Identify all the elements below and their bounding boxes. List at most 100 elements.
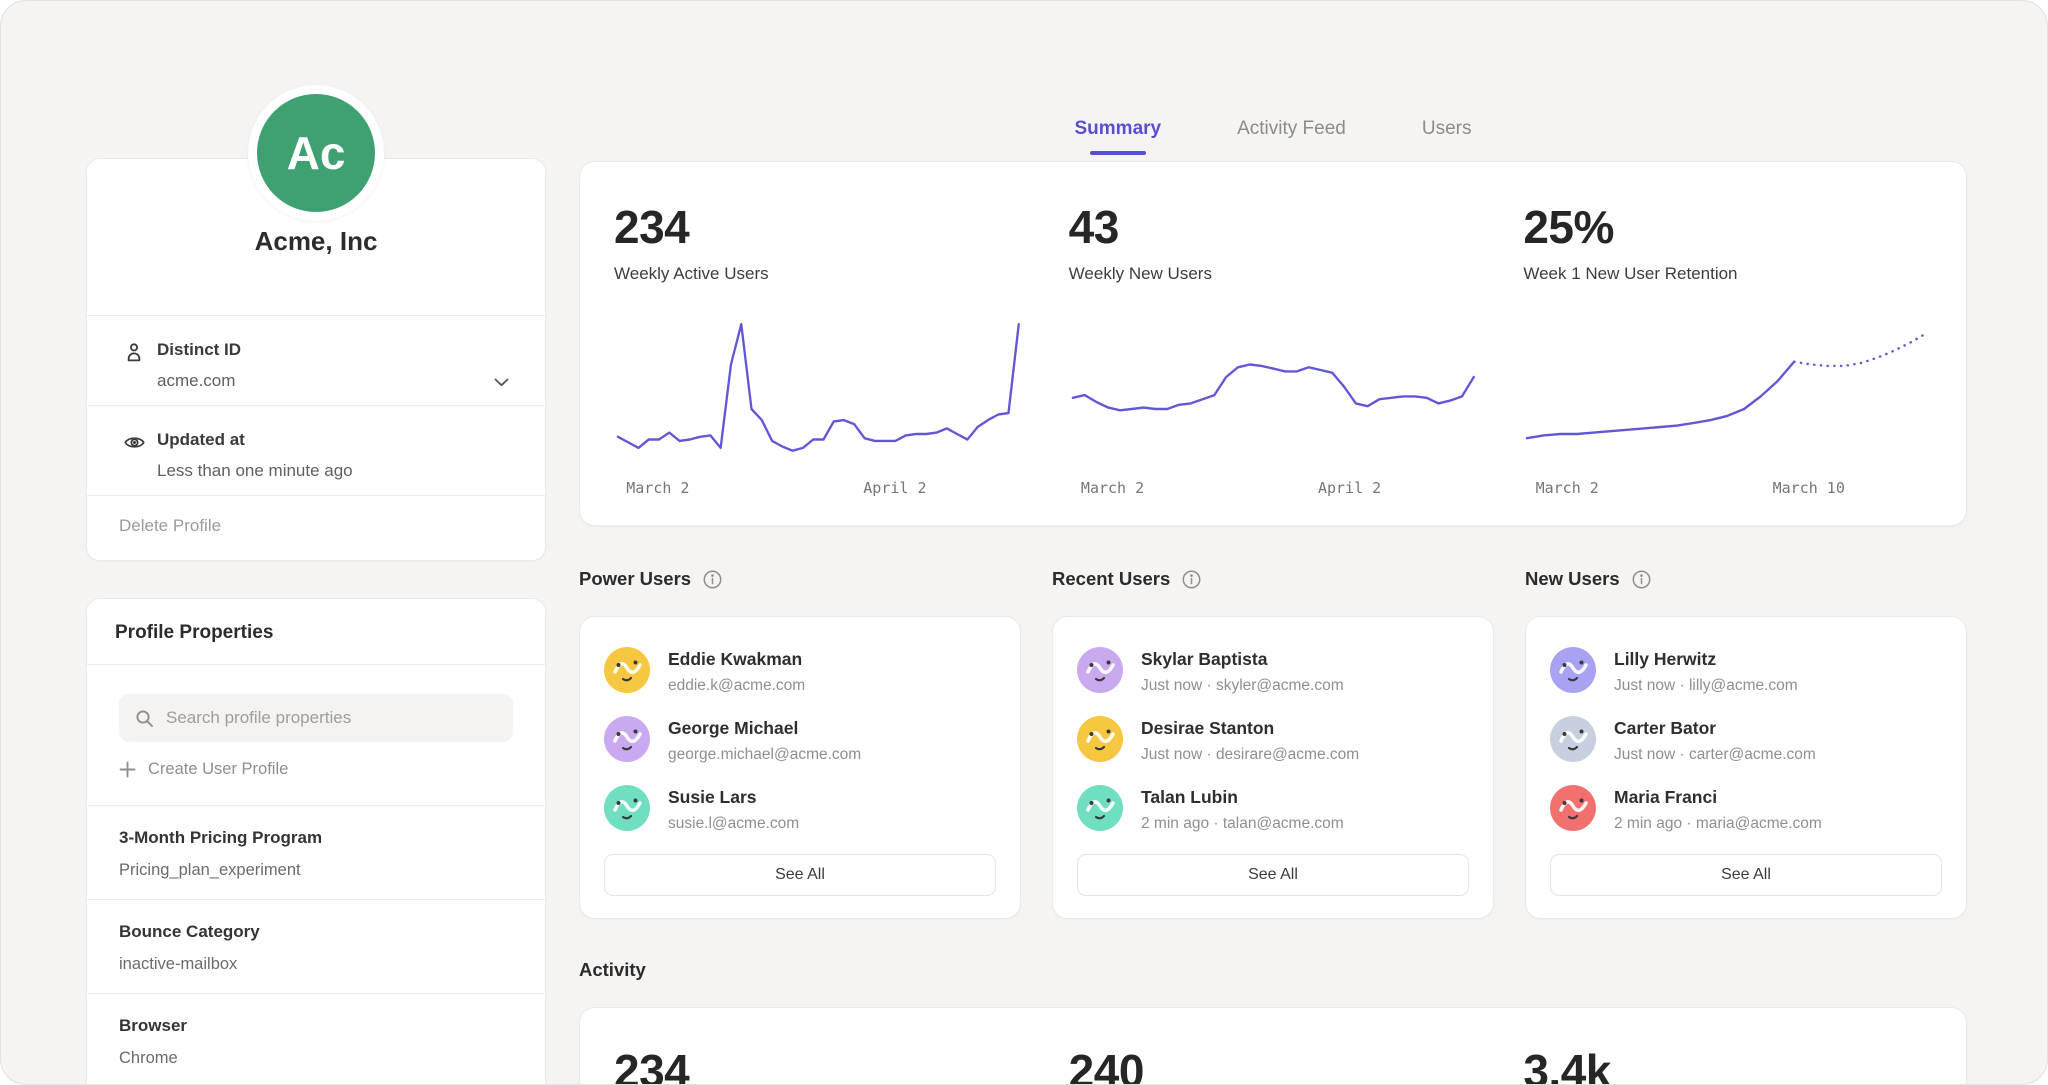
x-tick: April 2	[863, 479, 926, 497]
section-title: New Users	[1525, 568, 1620, 590]
user-meta: 2 min ago · maria@acme.com	[1614, 814, 1822, 833]
property-row-3-month-pricing-program[interactable]: 3-Month Pricing ProgramPricing_plan_expe…	[87, 805, 545, 899]
activity-stat-block: 3.4k	[1523, 1048, 1932, 1085]
tab-label: Summary	[1075, 118, 1162, 139]
search-icon	[135, 709, 154, 728]
user-name: Talan Lubin	[1141, 785, 1344, 808]
active-tab-underline	[1090, 151, 1146, 155]
user-list-card: Skylar Baptista Just now · skyler@acme.co…	[1052, 616, 1494, 919]
section-recent-users: Recent Users Skylar Baptista Just now · sk…	[1052, 566, 1494, 919]
metric-block-weekly-new-users: 43 Weekly New Users March 2 April 2	[1069, 204, 1478, 501]
list-item-talan-lubin[interactable]: Talan Lubin2 min ago · talan@acme.com	[1077, 785, 1469, 833]
tab-bar: Summary Activity Feed Users	[579, 1, 1967, 161]
user-name: Skylar Baptista	[1141, 647, 1344, 670]
chevron-down-icon[interactable]	[494, 374, 509, 392]
list-item-eddie-kwakman[interactable]: Eddie Kwakmaneddie.k@acme.com	[604, 647, 996, 695]
tab-label: Activity Feed	[1237, 118, 1346, 139]
user-name: Lilly Herwitz	[1614, 647, 1798, 670]
profile-field-updated-at[interactable]: Updated atLess than one minute ago	[87, 405, 545, 495]
info-icon[interactable]	[702, 569, 723, 590]
activity-stat-block: 240	[1069, 1048, 1478, 1085]
sparkline-chart	[1523, 312, 1932, 467]
activity-stat-block: 234	[614, 1048, 1023, 1085]
x-axis: March 2 April 2	[614, 479, 1023, 501]
user-avatar	[1077, 716, 1123, 762]
metric-value: 25%	[1523, 204, 1932, 250]
metric-label: Weekly New Users	[1069, 263, 1478, 284]
tab-label: Users	[1422, 118, 1472, 139]
section-title: Recent Users	[1052, 568, 1170, 590]
user-list-card: Lilly Herwitz Just now · lilly@acme.com Ca…	[1525, 616, 1967, 919]
main-content: Summary Activity Feed Users 234 Weekly Acti…	[579, 1, 1967, 1084]
info-icon[interactable]	[1631, 569, 1652, 590]
x-tick: March 2	[626, 479, 689, 497]
field-value: acme.com	[157, 371, 241, 391]
activity-title: Activity	[579, 959, 1967, 981]
section-power-users: Power Users Eddie Kwakmaneddie.k@acme.com…	[579, 566, 1021, 919]
section-header: Power Users	[579, 566, 1021, 592]
field-label: Updated at	[157, 430, 353, 450]
metric-label: Week 1 New User Retention	[1523, 263, 1932, 284]
tab-summary[interactable]: Summary	[1075, 119, 1162, 161]
user-name: Desirae Stanton	[1141, 716, 1359, 739]
metric-block-week-1-new-user-retention: 25%Week 1 New User RetentionMarch 2March…	[1523, 204, 1932, 501]
see-all-button[interactable]: See All	[1077, 854, 1469, 896]
profile-field-distinct-id[interactable]: Distinct IDacme.com	[87, 315, 545, 405]
list-item-maria-franci[interactable]: Maria Franci 2 min ago · maria@acme.com	[1550, 785, 1942, 833]
list-item-carter-bator[interactable]: Carter Bator Just now · carter@acme.com	[1550, 716, 1942, 764]
list-item-susie-lars[interactable]: Susie Larssusie.l@acme.com	[604, 785, 996, 833]
user-meta: Just now · lilly@acme.com	[1614, 676, 1798, 695]
user-meta: Just now · desirare@acme.com	[1141, 745, 1359, 764]
property-value: Chrome	[119, 1048, 513, 1068]
search-profile-properties-box[interactable]	[119, 694, 513, 742]
metric-value: 234	[614, 204, 1023, 250]
user-meta: Just now · skyler@acme.com	[1141, 676, 1344, 695]
create-user-profile-button[interactable]: Create User Profile	[119, 760, 513, 779]
user-meta: george.michael@acme.com	[668, 745, 861, 764]
metric-label: Weekly Active Users	[614, 263, 1023, 284]
list-item-lilly-herwitz[interactable]: Lilly Herwitz Just now · lilly@acme.com	[1550, 647, 1942, 695]
property-name: 3-Month Pricing Program	[119, 828, 513, 848]
user-list-card: Eddie Kwakmaneddie.k@acme.com George Mich…	[579, 616, 1021, 919]
create-user-profile-label: Create User Profile	[148, 760, 288, 779]
info-icon[interactable]	[1181, 569, 1202, 590]
property-value: inactive-mailbox	[119, 954, 513, 974]
person-icon	[123, 340, 157, 368]
x-tick: April 2	[1318, 479, 1381, 497]
x-tick: March 10	[1773, 479, 1845, 497]
eye-icon	[123, 430, 157, 459]
company-avatar: Ac	[248, 85, 384, 221]
user-avatar	[1550, 785, 1596, 831]
see-all-button[interactable]: See All	[1550, 854, 1942, 896]
search-input[interactable]	[164, 707, 497, 729]
see-all-button[interactable]: See All	[604, 854, 996, 896]
property-row-bounce-category[interactable]: Bounce Category inactive-mailbox	[87, 899, 545, 993]
user-avatar	[1550, 647, 1596, 693]
user-name: Carter Bator	[1614, 716, 1816, 739]
list-item-skylar-baptista[interactable]: Skylar Baptista Just now · skyler@acme.co…	[1077, 647, 1469, 695]
plus-icon	[119, 761, 136, 778]
user-meta: eddie.k@acme.com	[668, 676, 805, 695]
tab-activity-feed[interactable]: Activity Feed	[1237, 119, 1346, 161]
x-axis: March 2 April 2	[1069, 479, 1478, 501]
user-avatar	[604, 647, 650, 693]
list-item-desirae-stanton[interactable]: Desirae Stanton Just now · desirare@acme.…	[1077, 716, 1469, 764]
activity-stat: 234	[614, 1048, 1023, 1085]
x-tick: March 2	[1081, 479, 1144, 497]
profile-properties-card: Profile Properties Create User Profile 3…	[86, 598, 546, 1085]
tab-users[interactable]: Users	[1422, 119, 1472, 161]
property-name: Bounce Category	[119, 922, 513, 942]
metric-value: 43	[1069, 204, 1478, 250]
list-item-george-michael[interactable]: George Michaelgeorge.michael@acme.com	[604, 716, 996, 764]
user-avatar	[1077, 647, 1123, 693]
summary-metrics-card: 234 Weekly Active Users March 2 April 2 43 We…	[579, 161, 1967, 526]
user-avatar	[1550, 716, 1596, 762]
user-name: Maria Franci	[1614, 785, 1822, 808]
user-meta: Just now · carter@acme.com	[1614, 745, 1816, 764]
user-name: Susie Lars	[668, 785, 799, 808]
activity-stat: 240	[1069, 1048, 1478, 1085]
property-name: Browser	[119, 1016, 513, 1036]
delete-profile-button[interactable]: Delete Profile	[87, 495, 545, 560]
property-row-browser[interactable]: Browser Chrome	[87, 993, 545, 1085]
profile-properties-title: Profile Properties	[87, 599, 545, 665]
